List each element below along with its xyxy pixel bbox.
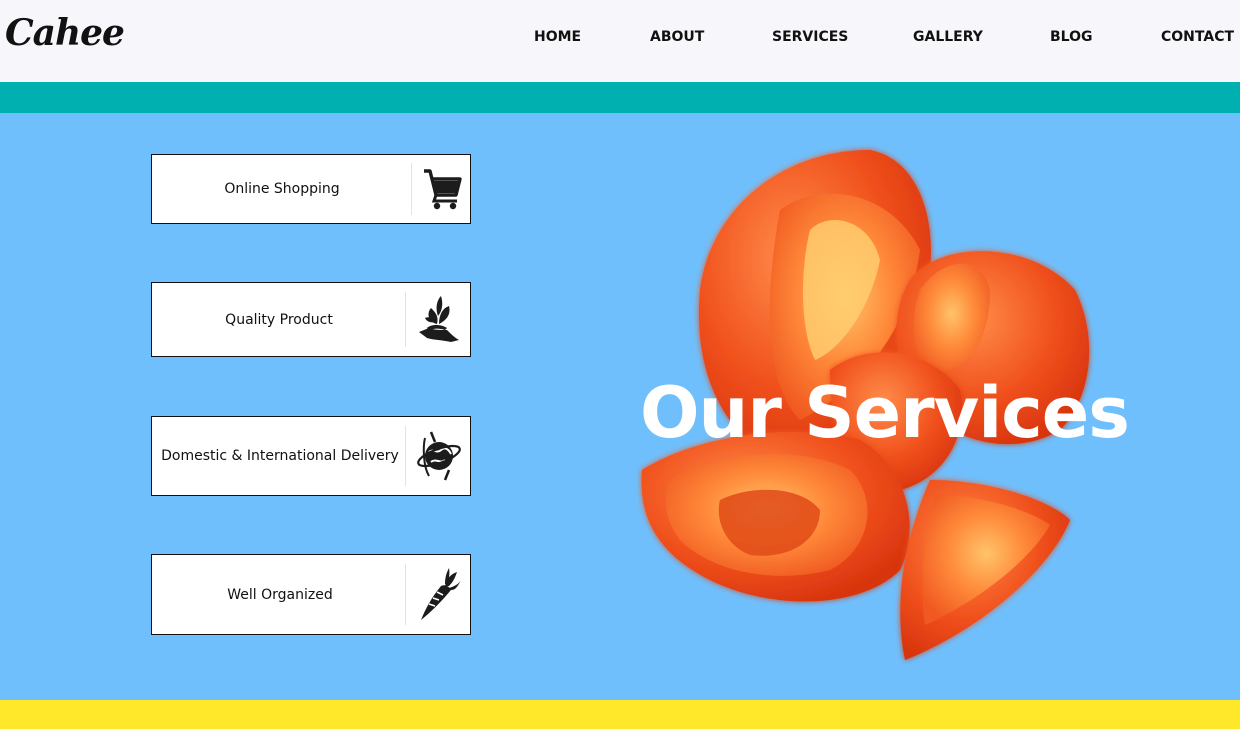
shopping-cart-icon — [414, 155, 470, 223]
nav-contact[interactable]: CONTACT — [1161, 29, 1234, 45]
main-nav: HOME ABOUT SERVICES GALLERY BLOG CONTACT — [0, 29, 1240, 49]
nav-home[interactable]: HOME — [534, 29, 581, 45]
service-label: Quality Product — [225, 311, 333, 328]
plant-in-hand-icon — [408, 283, 470, 356]
card-divider — [405, 564, 406, 625]
site-header: Cahee HOME ABOUT SERVICES GALLERY BLOG C… — [0, 0, 1240, 82]
card-divider — [405, 426, 406, 486]
carrot-icon — [408, 555, 470, 634]
service-label: Well Organized — [227, 586, 333, 603]
nav-blog[interactable]: BLOG — [1050, 29, 1093, 45]
service-label: Online Shopping — [224, 181, 340, 197]
service-card-delivery[interactable]: Domestic & International Delivery — [151, 416, 471, 496]
service-card-online-shopping[interactable]: Online Shopping — [151, 154, 471, 224]
service-label: Domestic & International Delivery — [161, 448, 399, 464]
nav-about[interactable]: ABOUT — [650, 29, 704, 45]
card-divider — [405, 291, 406, 348]
service-card-well-organized[interactable]: Well Organized — [151, 554, 471, 635]
hero-title: Our Services — [640, 372, 1130, 454]
globe-delivery-icon — [408, 417, 470, 495]
card-divider — [411, 163, 412, 215]
teal-divider-band — [0, 82, 1240, 113]
nav-gallery[interactable]: GALLERY — [913, 29, 983, 45]
service-card-quality-product[interactable]: Quality Product — [151, 282, 471, 357]
yellow-footer-band — [0, 700, 1240, 729]
nav-services[interactable]: SERVICES — [772, 29, 848, 45]
